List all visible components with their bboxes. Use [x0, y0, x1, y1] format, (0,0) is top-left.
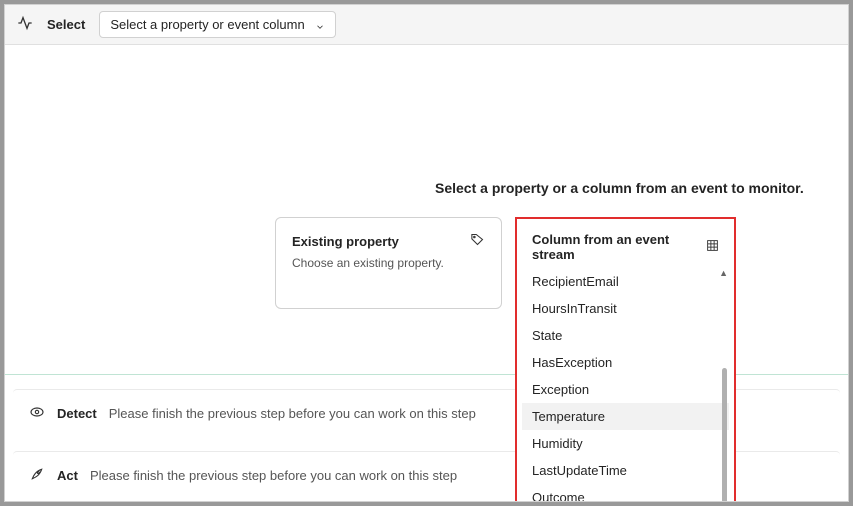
- activity-icon: [17, 15, 33, 34]
- dropdown-text: Select a property or event column: [110, 17, 304, 32]
- card-title: Existing property: [292, 234, 399, 249]
- detect-sub: Please finish the previous step before y…: [109, 406, 476, 421]
- scrollbar-thumb[interactable]: [722, 368, 727, 502]
- eye-icon: [29, 404, 45, 423]
- act-label: Act: [57, 468, 78, 483]
- list-item[interactable]: Outcome: [522, 484, 729, 502]
- rocket-icon: [29, 466, 45, 485]
- list-item-selected[interactable]: Temperature: [522, 403, 729, 430]
- chevron-down-icon: [315, 20, 325, 30]
- act-sub: Please finish the previous step before y…: [90, 468, 457, 483]
- list-item[interactable]: Humidity: [522, 430, 729, 457]
- list-item[interactable]: RecipientEmail: [522, 268, 729, 295]
- property-dropdown[interactable]: Select a property or event column: [99, 11, 335, 38]
- list-item[interactable]: LastUpdateTime: [522, 457, 729, 484]
- popup-list: ▲ RecipientEmail HoursInTransit State Ha…: [522, 268, 729, 502]
- list-item[interactable]: State: [522, 322, 729, 349]
- detect-label: Detect: [57, 406, 97, 421]
- tag-icon: [470, 232, 485, 250]
- select-label: Select: [47, 17, 85, 32]
- card-desc: Choose an existing property.: [292, 256, 485, 270]
- existing-property-card[interactable]: Existing property Choose an existing pro…: [275, 217, 502, 309]
- select-toolbar: Select Select a property or event column: [5, 5, 848, 45]
- list-item[interactable]: HasException: [522, 349, 729, 376]
- list-item[interactable]: Exception: [522, 376, 729, 403]
- list-item[interactable]: HoursInTransit: [522, 295, 729, 322]
- popup-header: Column from an event stream: [522, 224, 729, 268]
- grid-icon: [706, 239, 719, 255]
- scroll-up-icon[interactable]: ▲: [719, 268, 728, 278]
- main-panel: Select Select a property or event column…: [4, 4, 849, 502]
- instruction-text: Select a property or a column from an ev…: [435, 180, 804, 196]
- select-body: Select a property or a column from an ev…: [5, 45, 848, 375]
- column-popup: Column from an event stream ▲ RecipientE…: [515, 217, 736, 502]
- popup-title: Column from an event stream: [532, 232, 706, 262]
